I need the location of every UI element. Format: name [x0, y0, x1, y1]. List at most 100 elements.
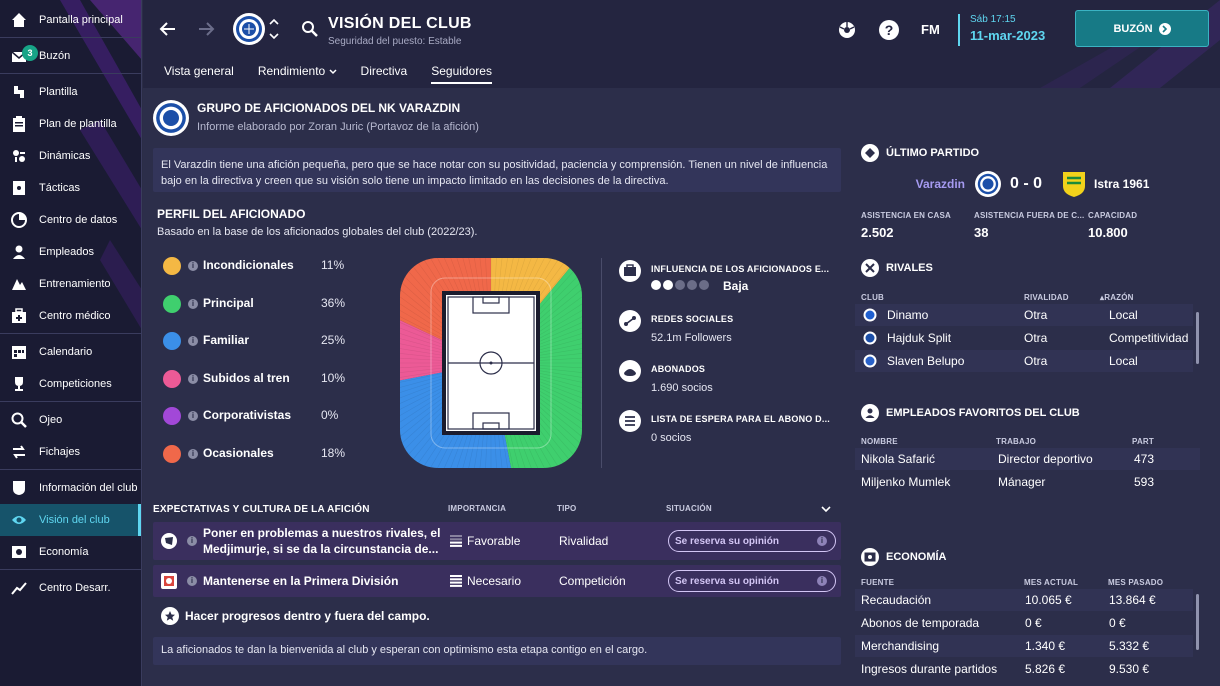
sidebar-item-label: Calendario [39, 346, 93, 358]
help-button[interactable]: ? [879, 20, 899, 40]
ticket-icon [619, 360, 641, 382]
sidebar-item-label: Centro Desarr. [39, 582, 111, 594]
rival-club[interactable]: Hajduk Split [887, 331, 951, 345]
sidebar-item-data-hub[interactable]: Centro de datos [0, 204, 141, 236]
segment-row: i Subidos al tren 10% [163, 369, 363, 389]
info-icon[interactable]: i [188, 411, 198, 421]
sidebar-item-training[interactable]: Entrenamiento [0, 268, 141, 300]
club-crest-icon [156, 103, 186, 133]
social-title: REDES SOCIALES [651, 314, 734, 324]
situation-pill[interactable]: Se reserva su opinión i [668, 570, 836, 592]
chevron-down-icon[interactable] [821, 506, 831, 514]
chevron-down-icon [329, 69, 337, 75]
expectation-row[interactable]: i Poner en problemas a nuestros rivales,… [153, 522, 841, 560]
sidebar-item-inbox[interactable]: 3 Buzón [0, 40, 141, 72]
sidebar-item-medical[interactable]: Centro médico [0, 300, 141, 332]
stats-divider [601, 258, 602, 468]
fm-assist-button[interactable] [837, 20, 857, 40]
rival-row[interactable]: Slaven Belupo Otra Local [855, 350, 1193, 372]
tab-board[interactable]: Directiva [349, 60, 420, 88]
sidebar-item-development[interactable]: Centro Desarr. [0, 572, 141, 604]
continue-button[interactable]: BUZÓN [1075, 10, 1209, 47]
club-badge-button[interactable] [233, 13, 265, 45]
influence-dot [651, 280, 661, 290]
search-button[interactable] [301, 20, 319, 38]
col-name: NOMBRE [861, 437, 898, 446]
dynamics-icon [10, 147, 28, 165]
info-icon[interactable]: i [188, 298, 198, 309]
influence-dots [651, 280, 709, 290]
sidebar-item-staff[interactable]: Empleados [0, 236, 141, 268]
info-icon: i [817, 576, 827, 586]
info-icon[interactable]: i [187, 576, 197, 586]
economy-scrollbar[interactable] [1196, 594, 1199, 650]
back-button[interactable] [157, 18, 179, 40]
col-reason[interactable]: ▴RAZÓN [1100, 293, 1134, 302]
sidebar-item-transfers[interactable]: Fichajes [0, 436, 141, 468]
favourite-name[interactable]: Nikola Safarić [861, 452, 935, 466]
current-date[interactable]: 11-mar-2023 [970, 28, 1045, 43]
col-club: CLUB [861, 293, 885, 302]
supporters-panel: GRUPO DE AFICIONADOS DEL NK VARAZDIN Inf… [151, 96, 841, 686]
sidebar-item-home[interactable]: Pantalla principal [0, 4, 141, 36]
rival-row[interactable]: Dinamo Otra Local [855, 304, 1193, 326]
sidebar-item-finances[interactable]: Economía [0, 536, 141, 568]
rival-club[interactable]: Slaven Belupo [887, 354, 964, 368]
economy-row: Merchandising 1.340 € 5.332 € [855, 635, 1193, 657]
forward-button[interactable] [195, 18, 217, 40]
col-part: PART [1132, 437, 1154, 446]
sidebar-item-club-info[interactable]: Información del club [0, 472, 141, 504]
expectation-row[interactable]: i Mantenerse en la Primera División Nece… [153, 565, 841, 597]
influence-title: INFLUENCIA DE LOS AFICIONADOS E... [651, 264, 830, 274]
expectation-line1: Mantenerse en la Primera División [203, 574, 399, 588]
away-team[interactable]: Istra 1961 [1094, 177, 1149, 191]
sidebar-item-label: Economía [39, 546, 89, 558]
sidebar-item-competitions[interactable]: Competiciones [0, 368, 141, 400]
type-value: Rivalidad [559, 534, 609, 548]
sidebar-divider [0, 73, 141, 74]
economy-source: Recaudación [861, 593, 932, 607]
sidebar-item-squad-plan[interactable]: Plan de plantilla [0, 108, 141, 140]
info-icon[interactable]: i [187, 536, 197, 546]
club-switch-chevrons[interactable] [269, 16, 279, 42]
info-icon[interactable]: i [188, 336, 198, 346]
segment-pct: 36% [321, 295, 346, 310]
rivals-scrollbar[interactable] [1196, 312, 1199, 364]
match-score[interactable]: 0 - 0 [1010, 175, 1042, 193]
rival-row[interactable]: Hajduk Split Otra Competitividad [855, 327, 1193, 349]
info-icon[interactable]: i [188, 448, 198, 459]
economy-row: Ingresos durante partidos 5.826 € 9.530 € [855, 658, 1193, 679]
situation-pill[interactable]: Se reserva su opinión i [668, 530, 836, 552]
season-value: 1.690 socios [651, 382, 713, 394]
rival-club[interactable]: Dinamo [887, 308, 928, 322]
away-attendance-label: ASISTENCIA FUERA DE C... [974, 211, 1085, 220]
home-team[interactable]: Varazdin [855, 177, 965, 191]
staff-icon [10, 243, 28, 261]
fm-menu-button[interactable]: FM [921, 22, 940, 37]
tab-performance[interactable]: Rendimiento [246, 60, 349, 88]
sidebar-item-scouting[interactable]: Ojeo [0, 404, 141, 436]
sidebar-item-tactics[interactable]: Tácticas [0, 172, 141, 204]
sidebar-item-calendar[interactable]: Calendario [0, 336, 141, 368]
inbox-icon: 3 [10, 45, 38, 65]
home-icon [10, 11, 28, 29]
sidebar-item-squad[interactable]: Plantilla [0, 76, 141, 108]
sidebar-item-dynamics[interactable]: Dinámicas [0, 140, 141, 172]
sidebar-item-label: Pantalla principal [39, 14, 123, 26]
sidebar-item-label: Visión del club [39, 514, 110, 526]
favourite-row[interactable]: Nikola Safarić Director deportivo 473 [855, 448, 1200, 470]
sidebar-divider [0, 37, 141, 38]
sidebar-item-club-vision[interactable]: Visión del club [0, 504, 141, 536]
info-icon[interactable]: i [188, 261, 198, 271]
tab-supporters[interactable]: Seguidores [419, 60, 504, 88]
tab-overview[interactable]: Vista general [152, 60, 246, 88]
favourite-name[interactable]: Miljenko Mumlek [861, 475, 950, 489]
segment-pct: 18% [321, 445, 346, 460]
favourite-row[interactable]: Miljenko Mumlek Mánager 593 [855, 471, 1200, 493]
favourite-job: Mánager [998, 475, 1046, 489]
page-title: VISIÓN DEL CLUB [328, 15, 472, 32]
col-rivalry: RIVALIDAD [1024, 293, 1069, 302]
situation-label: Se reserva su opinión [675, 535, 779, 547]
info-icon[interactable]: i [188, 373, 198, 384]
data-icon [10, 211, 28, 229]
